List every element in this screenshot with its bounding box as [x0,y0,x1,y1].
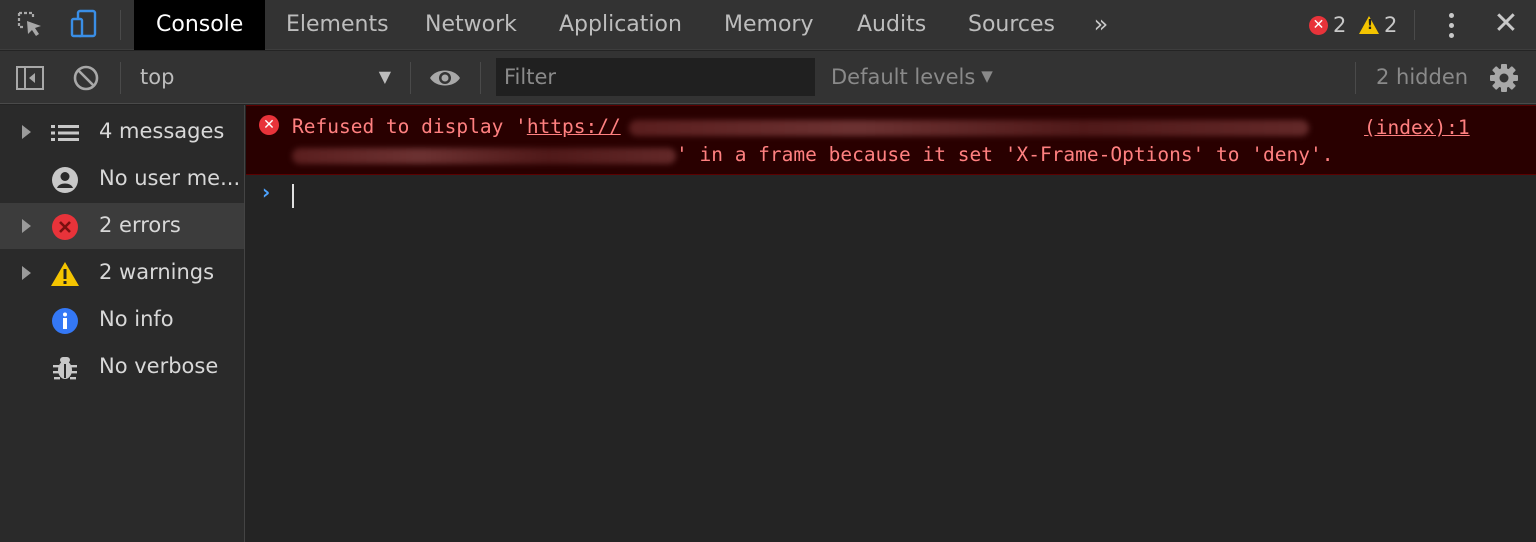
sidebar-item-info[interactable]: No info [0,297,244,343]
expand-arrow-icon[interactable] [22,219,31,233]
more-options-icon[interactable] [1440,10,1462,40]
warning-icon [50,259,80,289]
toolbar-divider [480,62,481,94]
chevron-down-icon: ▼ [378,67,391,86]
info-icon [50,306,80,336]
error-text: Refused to display ' [292,115,527,138]
log-levels-dropdown[interactable]: Default levels ▼ [831,65,993,89]
error-counter[interactable]: ✕ 2 [1309,11,1346,39]
source-location-link[interactable]: (index):1 [1364,116,1470,139]
user-icon [50,165,80,195]
console-prompt[interactable]: › [246,176,1536,212]
list-icon [50,118,80,148]
sidebar-item-label: No verbose [99,354,219,378]
error-icon: ✕ [1309,15,1328,35]
error-message-line-1: Refused to display 'https:// [292,115,1309,138]
sidebar-item-label: 2 errors [99,213,181,237]
sidebar-item-verbose[interactable]: No verbose [0,344,244,390]
bug-icon [50,353,80,383]
tab-elements[interactable]: Elements [264,0,411,50]
console-settings-gear-icon[interactable] [1488,62,1520,94]
prompt-chevron-icon: › [262,180,271,204]
error-count: 2 [1333,13,1347,37]
tab-memory[interactable]: Memory [702,0,835,50]
sidebar-item-label: No info [99,307,174,331]
tab-application[interactable]: Application [537,0,704,50]
context-label: top [140,65,175,89]
expand-arrow-icon[interactable] [22,125,31,139]
chevron-down-icon: ▼ [981,67,993,85]
console-messages: ✕ Refused to display 'https:// ' in a fr… [246,105,1536,542]
sidebar-toggle-icon[interactable] [14,62,46,94]
sidebar-item-label: 2 warnings [99,260,215,284]
console-error-message: ✕ Refused to display 'https:// ' in a fr… [246,105,1536,175]
tab-divider [1414,10,1415,40]
sidebar-item-warnings[interactable]: 2 warnings [0,250,244,296]
sidebar-item-user-messages[interactable]: No user me... [0,156,244,202]
redacted-url [292,147,676,164]
close-icon[interactable]: ✕ [1490,4,1522,44]
toolbar-divider [120,62,121,94]
inspect-element-icon[interactable] [14,8,46,40]
tab-divider [120,10,121,40]
error-icon: ✕ [259,115,279,135]
toolbar-divider [1355,62,1356,94]
tab-sources[interactable]: Sources [946,0,1077,50]
filter-input[interactable] [496,58,815,96]
more-tabs-icon[interactable]: » [1086,0,1116,50]
tab-console[interactable]: Console [134,0,266,50]
tab-audits[interactable]: Audits [835,0,948,50]
context-selector[interactable]: top ▼ [124,61,399,95]
sidebar-item-label: 4 messages [99,119,225,143]
error-icon [50,212,80,242]
error-url-link[interactable]: https:// [527,115,621,138]
sidebar-item-label: No user me... [99,166,239,190]
clear-console-icon[interactable] [70,62,102,94]
sidebar-item-errors[interactable]: 2 errors [0,203,244,249]
error-text: ' in a frame because it set 'X-Frame-Opt… [676,143,1334,166]
expand-arrow-icon[interactable] [22,266,31,280]
warning-icon [1359,16,1379,34]
device-toolbar-icon[interactable] [68,8,100,40]
warning-counter[interactable]: 2 [1359,11,1397,39]
hidden-messages-count: 2 hidden [1376,65,1469,89]
live-expression-eye-icon[interactable] [428,65,462,91]
tab-network[interactable]: Network [403,0,539,50]
error-message-line-2: ' in a frame because it set 'X-Frame-Opt… [292,143,1333,166]
redacted-url [628,119,1309,136]
toolbar-divider [410,62,411,94]
log-levels-label: Default levels [831,65,976,89]
sidebar-item-messages[interactable]: 4 messages [0,109,244,155]
warning-count: 2 [1384,13,1398,37]
console-sidebar: 4 messages No user me... 2 errors 2 warn… [0,105,245,542]
text-cursor [292,184,294,208]
console-toolbar: top ▼ Default levels ▼ 2 hidden [0,51,1536,104]
devtools-tabbar: Console Elements Network Application Mem… [0,0,1536,50]
